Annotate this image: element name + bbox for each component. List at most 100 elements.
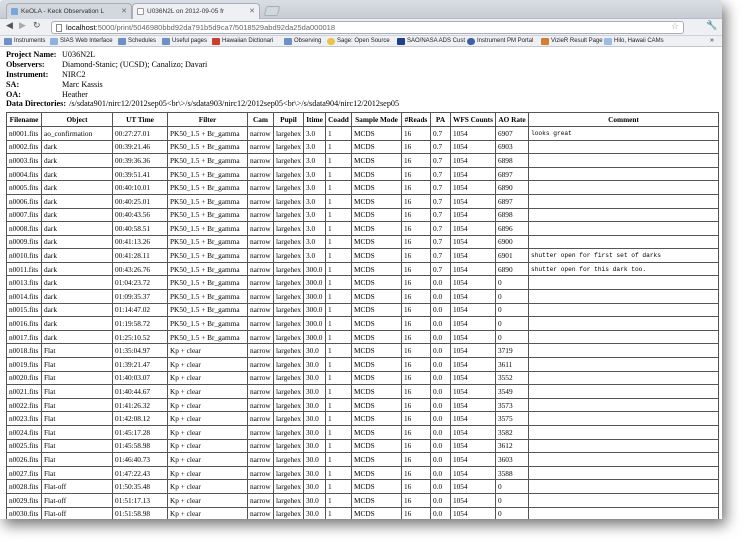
cell-filter: Kp + clear [167, 370, 248, 386]
table-body: n0001.fits ao_confirmation 00:27:27.01 PK50… [6, 125, 719, 519]
project-name-row: Project Name: U036N2L [6, 50, 718, 60]
cell-coadd: 1 [325, 506, 352, 519]
cell-reads: 16 [401, 316, 431, 331]
cell-ao-rate: 3549 [495, 384, 529, 399]
url-host: localhost [66, 23, 96, 32]
field-value: U036N2L [62, 50, 96, 59]
bookmark-sias[interactable]: SIAS Web Interface [50, 38, 113, 45]
cell-pa: 0.7 [430, 125, 451, 141]
table-row: n0007.fits dark 00:40:43.56 PK50_1.5 + Br_g… [6, 207, 719, 223]
cell-wfs-counts: 1054 [450, 343, 496, 359]
bookmark-hawaiian-dictionary[interactable]: Hawaiian Dictionari [212, 38, 274, 45]
cell-filter: PK50_1.5 + Br_gamma [167, 261, 248, 277]
close-tab-icon[interactable]: ✕ [121, 7, 127, 15]
cell-sample-mode: MCDS [351, 465, 402, 481]
cell-object: dark [41, 180, 113, 195]
bookmark-instruments[interactable]: Instruments [4, 38, 45, 45]
bookmark-pm-portal[interactable]: Instrument PM Portal [467, 38, 533, 45]
cell-pupil: largehex [273, 316, 304, 331]
cell-filter: Kp + clear [167, 506, 248, 519]
cell-ut-time: 01:45:58.98 [112, 438, 168, 454]
data-directories-row: Data Directories:/s/sdata901/nirc12/2012… [6, 99, 718, 109]
table-row: n0008.fits dark 00:40:58.51 PK50_1.5 + Br_g… [6, 221, 719, 236]
cell-pupil: largehex [273, 438, 304, 454]
cell-filter: Kp + clear [167, 438, 248, 454]
cell-object: dark [41, 139, 113, 155]
folder-icon [162, 38, 170, 45]
tab-keola[interactable]: KeOLA - Keck Observation L ✕ [6, 3, 132, 19]
cell-comment: shutter open for first set of darks [528, 248, 719, 263]
cell-sample-mode: MCDS [351, 166, 402, 182]
table-row: n0006.fits dark 00:40:25.01 PK50_1.5 + Br_g… [6, 193, 719, 209]
oa-row: OA: Heather [6, 90, 718, 100]
cell-wfs-counts: 1054 [450, 329, 496, 345]
cell-filename: n0029.fits [6, 492, 42, 508]
cell-pa: 0.0 [430, 492, 451, 508]
cell-reads: 16 [401, 139, 431, 155]
cell-cam: narrow [247, 479, 274, 494]
vizier-icon [541, 38, 549, 45]
cell-cam: narrow [247, 411, 274, 426]
field-label: Observers: [6, 59, 45, 69]
cell-sample-mode: MCDS [351, 384, 402, 399]
cell-ut-time: 01:40:44.67 [112, 384, 168, 399]
bookmark-label: Hawaiian Dictionari [222, 38, 274, 44]
table-row: n0002.fits dark 00:39:21.46 PK50_1.5 + Br_g… [6, 139, 719, 155]
cell-comment [528, 166, 719, 182]
table-row: n0004.fits dark 00:39:51.41 PK50_1.5 + Br_g… [6, 166, 719, 182]
page-favicon-icon [137, 8, 144, 15]
page-content: Project Name: U036N2L Observers: Diamond-S… [6, 50, 719, 519]
wrench-menu-icon[interactable]: 🔧 [706, 21, 717, 31]
cell-sample-mode: MCDS [351, 289, 402, 304]
bookmark-sage[interactable]: Sage: Open Source [327, 38, 390, 45]
tab-strip: KeOLA - Keck Observation L ✕ U036N2L on … [0, 0, 722, 19]
sa-row: SA: Marc Kassis [6, 80, 718, 90]
bookmark-observing[interactable]: Observing [284, 38, 321, 45]
cell-reads: 16 [401, 357, 431, 372]
new-tab-button[interactable] [263, 6, 281, 16]
cell-pa: 0.0 [430, 343, 451, 359]
close-tab-icon[interactable]: ✕ [249, 7, 255, 15]
cell-sample-mode: MCDS [351, 275, 402, 291]
folder-icon [4, 38, 12, 45]
cell-ut-time: 00:43:26.76 [112, 261, 168, 277]
cell-filename: n0016.fits [6, 316, 42, 331]
cell-filter: Kp + clear [167, 452, 248, 467]
cell-cam: narrow [247, 465, 274, 481]
cell-sample-mode: MCDS [351, 397, 402, 413]
cell-pa: 0.0 [430, 370, 451, 386]
cell-sample-mode: MCDS [351, 370, 402, 386]
address-bar[interactable]: localhost:5000/print/5046980bbd92da791b5… [51, 21, 684, 34]
bookmark-useful-pages[interactable]: Useful pages [162, 38, 207, 45]
cell-filter: PK50_1.5 + Br_gamma [167, 289, 248, 304]
bookmark-star-icon[interactable]: ☆ [671, 22, 679, 33]
reload-icon[interactable]: ↻ [33, 21, 41, 31]
cell-reads: 16 [401, 221, 431, 236]
field-label: SA: [6, 79, 20, 89]
bookmark-label: Sage: Open Source [337, 38, 390, 44]
cell-wfs-counts: 1054 [450, 492, 496, 508]
cell-ut-time: 00:39:51.41 [112, 166, 168, 182]
cell-coadd: 1 [325, 248, 352, 263]
forward-arrow-icon[interactable]: ▶ [19, 21, 26, 31]
more-bookmarks-icon[interactable]: » [710, 37, 714, 44]
cell-coadd: 1 [325, 234, 352, 250]
browser-window: KeOLA - Keck Observation L ✕ U036N2L on … [0, 0, 722, 519]
tab-u036n2l[interactable]: U036N2L on 2012-09-05 fr ✕ [132, 3, 260, 19]
cell-reads: 16 [401, 193, 431, 209]
bookmark-schedules[interactable]: Schedules [118, 38, 156, 45]
cell-object: Flat [41, 343, 113, 359]
back-arrow-icon[interactable]: ◀ [6, 21, 13, 31]
cell-comment [528, 316, 719, 331]
bookmark-hilo-cams[interactable]: Hilo, Hawaii CAMs [604, 38, 664, 45]
bookmark-vizier[interactable]: VizieR Result Page [541, 38, 603, 45]
cell-pupil: largehex [273, 193, 304, 209]
bookmark-ads[interactable]: SAO/NASA ADS Cust [397, 38, 465, 45]
cell-ao-rate: 6907 [495, 125, 529, 141]
cell-pa: 0.7 [430, 234, 451, 250]
cell-itime: 30.0 [303, 411, 326, 426]
cell-filter: PK50_1.5 + Br_gamma [167, 153, 248, 168]
folder-icon [284, 38, 292, 45]
cell-sample-mode: MCDS [351, 329, 402, 345]
cell-coadd: 1 [325, 370, 352, 386]
